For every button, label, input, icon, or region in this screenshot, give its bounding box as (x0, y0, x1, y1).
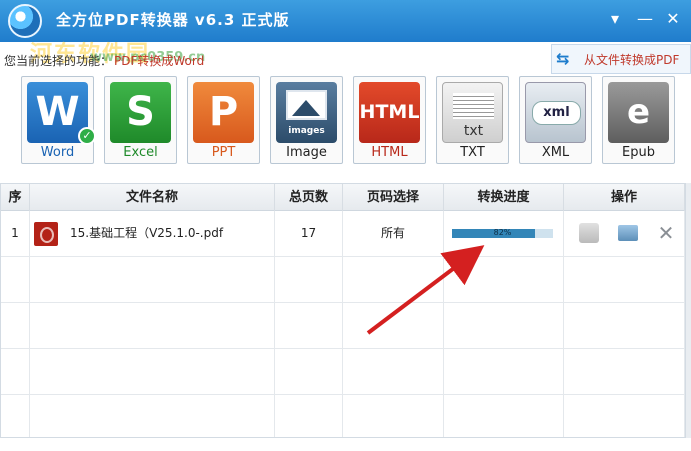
progress-bar: 82% (452, 228, 553, 238)
html-icon: HTML (359, 82, 420, 143)
format-label: Word (40, 145, 75, 160)
file-table: 序 文件名称 总页数 页码选择 转换进度 操作 1 15.基础工程（V25.1.… (0, 183, 686, 438)
format-epub-button[interactable]: e Epub (602, 76, 675, 164)
format-xml-button[interactable]: xml XML (519, 76, 592, 164)
swap-arrows-icon: ⇆ (556, 49, 570, 68)
empty-table-row (1, 303, 685, 349)
actions-cell: ✕ (564, 211, 685, 256)
excel-icon: S (110, 82, 171, 143)
format-excel-button[interactable]: S Excel (104, 76, 177, 164)
open-folder-icon[interactable] (618, 225, 638, 241)
delete-icon[interactable]: ✕ (656, 223, 676, 243)
format-html-button[interactable]: HTML HTML (353, 76, 426, 164)
format-txt-button[interactable]: txt TXT (436, 76, 509, 164)
epub-icon: e (608, 82, 669, 143)
print-icon[interactable] (579, 223, 599, 243)
empty-table-row (1, 257, 685, 303)
row-index: 1 (1, 211, 30, 256)
progress-percent: 82% (493, 228, 512, 237)
format-ppt-button[interactable]: P PPT (187, 76, 260, 164)
empty-table-row (1, 349, 685, 395)
selected-check-icon: ✓ (78, 127, 96, 145)
column-header-filename: 文件名称 (30, 184, 275, 211)
format-word-button[interactable]: W ✓ Word (21, 76, 96, 164)
format-label: Epub (622, 145, 655, 160)
column-header-progress: 转换进度 (444, 184, 564, 211)
txt-icon: txt (442, 82, 503, 143)
format-image-button[interactable]: images Image (270, 76, 343, 164)
format-label: Image (286, 145, 327, 160)
empty-table-row (1, 395, 685, 437)
xml-icon: xml (525, 82, 586, 143)
column-header-actions: 操作 (564, 184, 685, 211)
window-title: 全方位PDF转换器 v6.3 正式版 (56, 11, 290, 29)
txt-icon-caption: txt (463, 123, 484, 139)
format-label: HTML (371, 145, 408, 160)
menu-dropdown-icon[interactable]: ▾ (603, 8, 627, 30)
column-header-pages: 总页数 (275, 184, 343, 211)
column-header-index: 序 (1, 184, 30, 211)
column-header-page-select: 页码选择 (343, 184, 444, 211)
image-icon-caption: images (288, 126, 325, 136)
table-row[interactable]: 1 15.基础工程（V25.1.0-.pdf 17 所有 82% ✕ (1, 211, 685, 257)
format-label: XML (541, 145, 570, 160)
format-label: TXT (460, 145, 485, 160)
filename-cell: 15.基础工程（V25.1.0-.pdf (30, 211, 275, 256)
function-label: 您当前选择的功能： (4, 54, 113, 68)
format-label: Excel (123, 145, 158, 160)
page-count: 17 (275, 211, 343, 256)
filename-text: 15.基础工程（V25.1.0-.pdf (70, 226, 224, 240)
xml-icon-caption: xml (532, 101, 581, 125)
format-label: PPT (211, 145, 236, 160)
page-select-cell[interactable]: 所有 (343, 211, 444, 256)
function-value: PDF转换成Word (114, 54, 205, 68)
minimize-button[interactable]: — (633, 8, 657, 30)
close-button[interactable]: ✕ (661, 8, 685, 30)
format-toolbar: 河东软件园 www.pc0359.cn 您当前选择的功能： PDF转换成Word… (0, 42, 691, 178)
ppt-icon: P (193, 82, 254, 143)
app-logo-icon (8, 4, 42, 38)
app-window: 全方位PDF转换器 v6.3 正式版 ▾ — ✕ 河东软件园 www.pc035… (0, 0, 691, 451)
vertical-scrollbar[interactable] (686, 183, 691, 438)
pdf-file-icon (34, 222, 58, 246)
switch-to-pdf-button[interactable]: ⇆ 从文件转换成PDF (551, 44, 691, 74)
picture-frame-icon (286, 90, 327, 120)
switch-button-label: 从文件转换成PDF (584, 52, 680, 67)
text-lines-icon (453, 93, 494, 119)
table-header: 序 文件名称 总页数 页码选择 转换进度 操作 (1, 184, 685, 211)
image-icon: images (276, 82, 337, 143)
progress-cell: 82% (444, 211, 564, 256)
